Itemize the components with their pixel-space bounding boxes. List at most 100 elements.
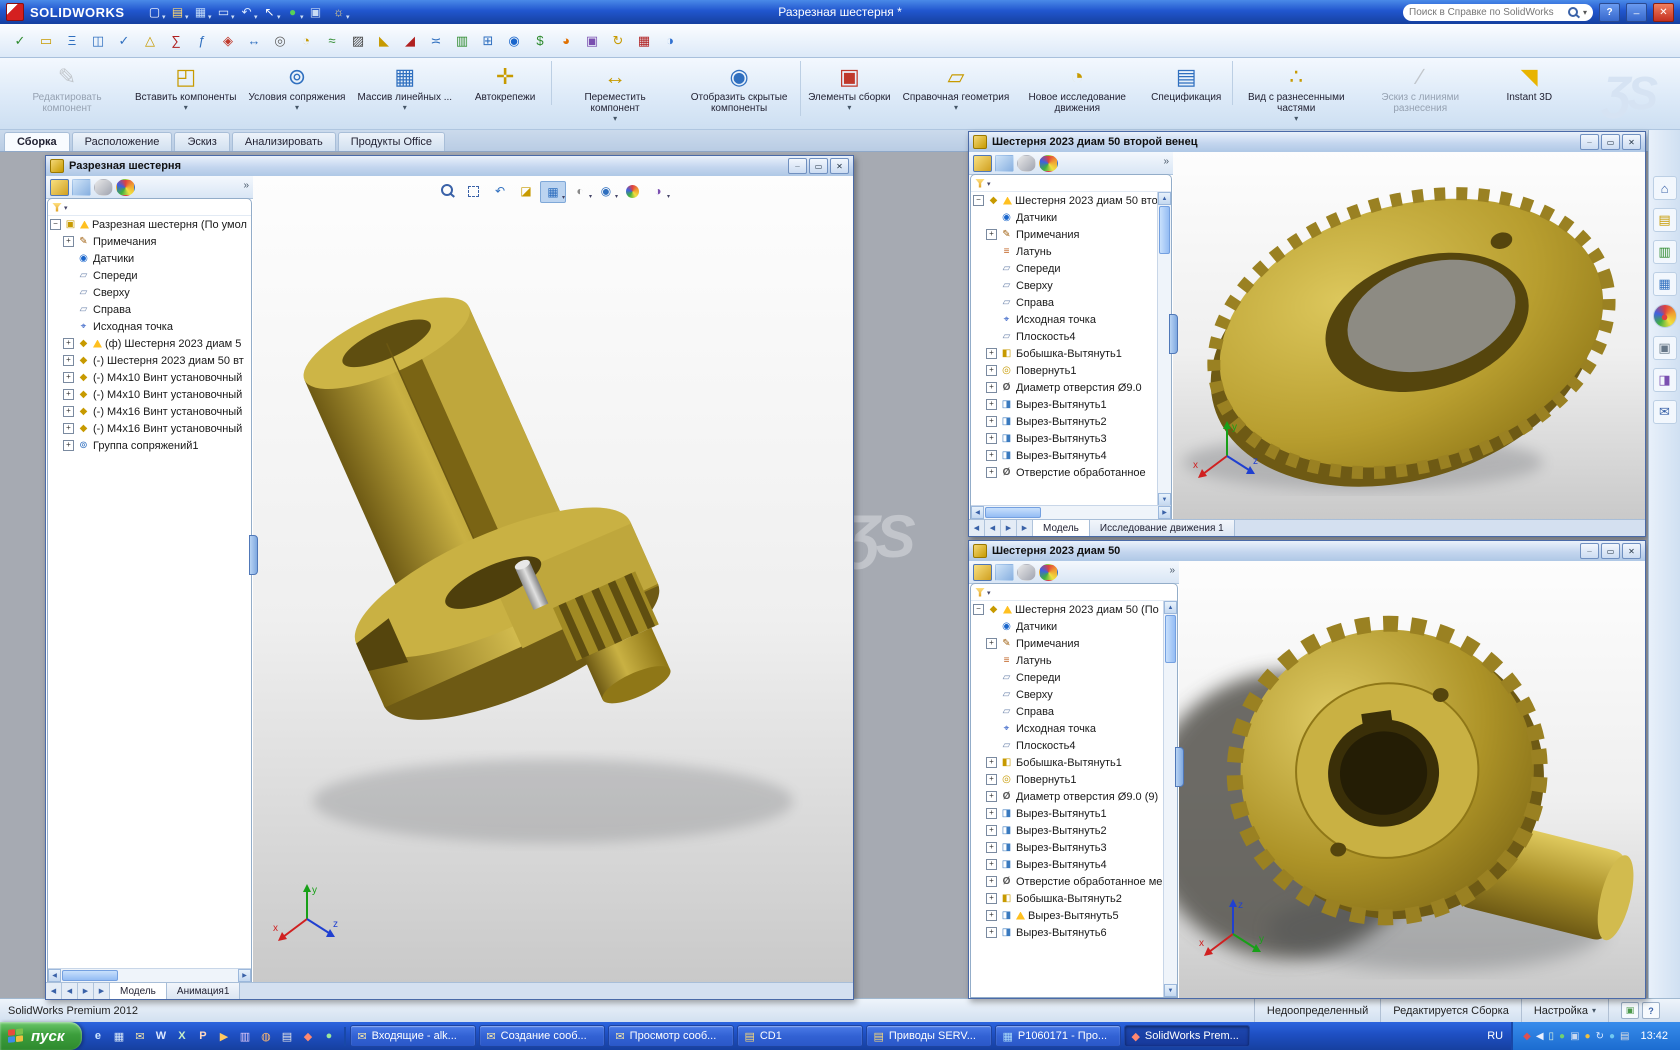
tree-item[interactable]: Вырез-Вытянуть3 [971,839,1164,856]
tab-scroll-next-button[interactable] [78,983,94,999]
scheduler-tray-icon[interactable]: ● [1585,1031,1591,1042]
displaymanager-tab-icon[interactable] [116,178,135,196]
tree-item[interactable]: Повернуть1 [971,362,1158,379]
tab-scroll-first-button[interactable] [46,983,62,999]
search-options-caret[interactable] [1583,7,1587,18]
scroll-thumb[interactable] [1165,615,1176,663]
tree-item[interactable]: Вырез-Вытянуть1 [971,396,1158,413]
design-library-icon[interactable]: ▤ [1652,208,1677,232]
instant3d-button[interactable]: ◥ Instant 3D [1483,61,1575,105]
tree-item[interactable]: Спереди [971,260,1158,277]
mate-button[interactable]: ⊚ Условия сопряжения [243,61,350,115]
tree-item[interactable]: Бобышка-Вытянуть2 [971,890,1164,907]
tree-item[interactable]: Вырез-Вытянуть3 [971,430,1158,447]
tree-item[interactable]: Вырез-Вытянуть4 [971,856,1164,873]
fm-overflow-chevron[interactable] [243,180,249,191]
render-tools-icon[interactable]: ◕ [554,29,578,53]
child-close-button[interactable] [1622,543,1641,559]
tree-item[interactable]: Справа [971,294,1158,311]
configurationmanager-tab-icon[interactable] [94,178,113,196]
tree-item[interactable]: (-) M4x10 Винт установочный [48,369,251,386]
tree-expander[interactable] [986,757,997,768]
linear-pattern-button[interactable]: ▦ Массив линейных ... [352,61,457,115]
sensors-icon[interactable]: ◉ [502,29,526,53]
tree-item[interactable]: Бобышка-Вытянуть1 [971,345,1158,362]
minimize-button[interactable] [1626,2,1647,22]
clearance-verification-icon[interactable]: ↔ [242,29,266,53]
costing-icon[interactable]: $ [528,29,552,53]
tree-expander[interactable] [986,450,997,461]
display-style-icon[interactable]: ◐ [568,181,592,201]
statistics-icon[interactable]: ƒ [190,29,214,53]
commandmanager-tab[interactable]: Анализировать [231,132,336,151]
filter-caret[interactable] [987,177,991,189]
tree-item[interactable]: Латунь [971,652,1164,669]
featuremanager-splitter[interactable] [1175,746,1184,787]
file-explorer-icon[interactable]: ▥ [1652,240,1677,264]
document-tab[interactable]: Анимация1 [166,983,241,999]
tab-scroll-last-button[interactable] [94,983,110,999]
curvature-icon[interactable]: ≈ [320,29,344,53]
featuremanager-tab-icon[interactable] [973,563,992,581]
view-palette-icon[interactable]: ▦ [1652,272,1677,296]
fm-overflow-chevron[interactable] [1169,565,1175,576]
status-custom-menu[interactable]: Настройка [1520,999,1608,1022]
tree-item[interactable]: Вырез-Вытянуть6 [971,924,1164,941]
tree-expander[interactable] [50,219,61,230]
tree-expander[interactable] [986,382,997,393]
featuremanager-splitter[interactable] [249,535,258,576]
interference-detection-icon[interactable]: ◈ [216,29,240,53]
status-help-icon[interactable] [1642,1002,1660,1019]
winrar-icon[interactable]: ▥ [235,1027,254,1046]
tree-expander[interactable] [63,236,74,247]
assembly-features-button[interactable]: ▣ Элементы сборки [803,61,896,115]
tab-scroll-first-button[interactable] [969,520,985,536]
appearance-ball-icon[interactable]: ◑ [658,29,682,53]
filter-caret[interactable] [64,201,68,213]
configurationmanager-tab-icon[interactable] [1017,563,1036,581]
printer-tray-icon[interactable]: ▤ [1620,1031,1629,1042]
zoom-area-icon[interactable] [462,181,486,201]
tree-item[interactable]: Спереди [48,267,251,284]
tree-expander[interactable] [63,389,74,400]
view-orientation-icon[interactable]: ▦ [540,181,566,203]
child-close-button[interactable] [1622,134,1641,150]
tree-item[interactable]: Плоскость4 [971,328,1158,345]
tree-expander[interactable] [973,604,984,615]
tree-expander[interactable] [986,825,997,836]
tree-item[interactable]: Примечания [48,233,251,250]
featuremanager-splitter[interactable] [1169,313,1178,354]
display-tray-icon[interactable]: ▣ [1570,1031,1579,1042]
motion-study-button[interactable]: ◔ Новое исследование движения [1016,61,1138,116]
tree-item[interactable]: Примечания [971,226,1158,243]
tree-expander[interactable] [986,774,997,785]
taskbar-button[interactable]: ✉ Создание сооб... [479,1025,606,1047]
tree-expander[interactable] [986,859,997,870]
taskbar-button[interactable]: ◆ SolidWorks Prem... [1124,1025,1251,1047]
gear-ring-window-titlebar[interactable]: Шестерня 2023 диам 50 второй венец [969,132,1645,153]
appearances-scenes-icon[interactable]: ● [1652,304,1677,328]
tree-item[interactable]: Примечания [971,635,1164,652]
tree-expander[interactable] [973,195,984,206]
help-search-box[interactable]: Поиск в Справке по SolidWorks [1403,3,1593,21]
reference-geometry-button[interactable]: ▱ Справочная геометрия [898,61,1015,115]
tree-item[interactable]: Вырез-Вытянуть4 [971,447,1158,464]
gear-ring-viewport[interactable]: y x z [1173,152,1645,520]
tree-expander[interactable] [986,365,997,376]
child-restore-button[interactable] [1601,134,1620,150]
taskbar-button[interactable]: ▤ CD1 [737,1025,864,1047]
tree-item[interactable]: Латунь [971,243,1158,260]
scroll-thumb[interactable] [62,970,118,981]
tree-expander[interactable] [986,910,997,921]
tree-expander[interactable] [63,372,74,383]
word-icon[interactable]: W [151,1027,170,1046]
tree-item[interactable]: Вырез-Вытянуть2 [971,413,1158,430]
select-icon[interactable]: ↖ [260,3,281,21]
featuremanager-tab-icon[interactable] [973,154,992,172]
rebuild-icon[interactable]: ● [283,3,304,21]
zebra-stripes-icon[interactable]: ▨ [346,29,370,53]
powerpoint-icon[interactable]: P [193,1027,212,1046]
tree-item[interactable]: (-) M4x10 Винт установочный [48,386,251,403]
network-tray-icon[interactable]: ▯ [1549,1031,1555,1042]
tree-filter-row[interactable] [971,584,1177,601]
